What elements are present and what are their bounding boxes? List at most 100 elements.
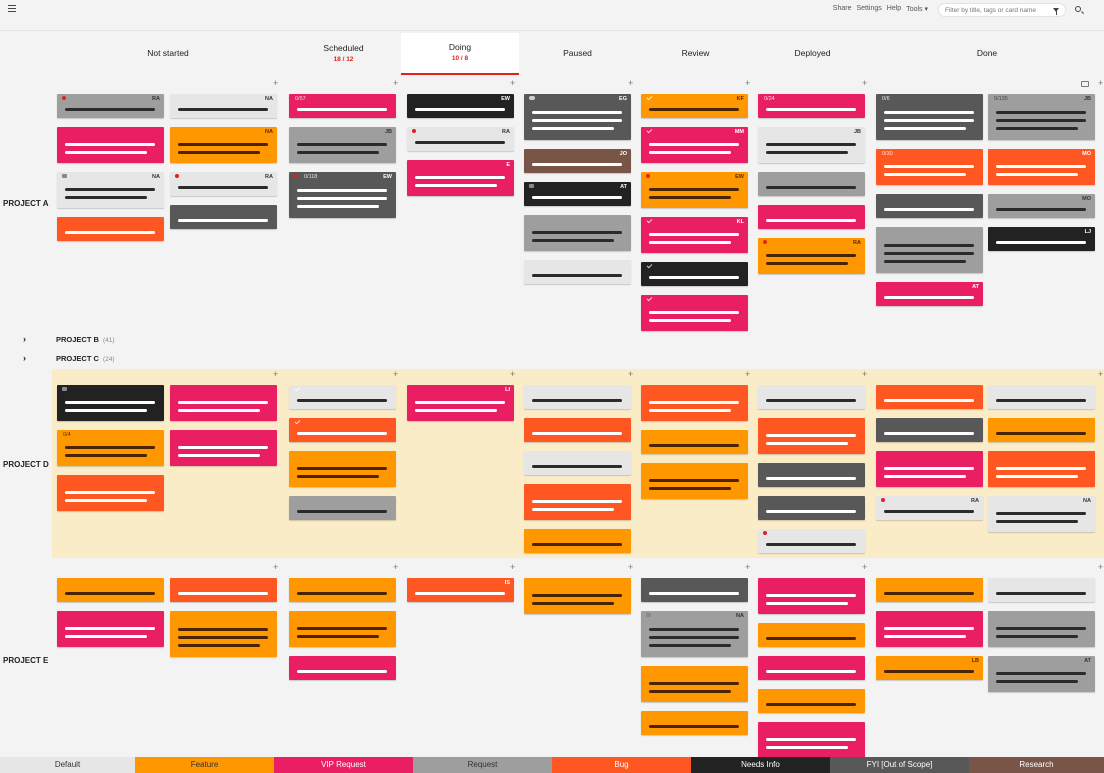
card-fyi[interactable] — [641, 578, 748, 602]
card-vip[interactable] — [170, 430, 277, 466]
add-card-icon[interactable]: + — [628, 563, 633, 572]
card-feature[interactable] — [170, 611, 277, 657]
swimlane-project-c[interactable]: › PROJECT C (24) — [0, 352, 1104, 366]
card-bug[interactable] — [876, 385, 983, 409]
card-feature[interactable] — [641, 666, 748, 702]
card-bug[interactable] — [289, 418, 396, 442]
add-card-icon[interactable]: + — [273, 79, 278, 88]
card-bug[interactable]: MO — [988, 149, 1095, 185]
card-fyi[interactable]: 0/6 — [876, 94, 983, 140]
card-needs-info[interactable] — [641, 262, 748, 286]
card-feature[interactable] — [524, 578, 631, 614]
add-card-icon[interactable]: + — [393, 79, 398, 88]
help-link[interactable]: Help — [887, 5, 901, 13]
card-vip[interactable] — [876, 451, 983, 487]
chevron-right-icon[interactable]: › — [23, 353, 26, 363]
add-card-icon[interactable]: + — [862, 79, 867, 88]
card-vip[interactable]: 0/57 — [289, 94, 396, 118]
add-card-icon[interactable]: + — [745, 370, 750, 379]
card-default[interactable] — [988, 385, 1095, 409]
card-request[interactable]: JB 0/135 — [988, 94, 1095, 140]
legend-item-fyi[interactable]: FYI [Out of Scope] — [830, 757, 969, 773]
card-feature[interactable] — [524, 529, 631, 553]
card-request[interactable]: MO — [988, 194, 1095, 218]
add-card-icon[interactable]: + — [628, 370, 633, 379]
card-feature[interactable]: LB — [876, 656, 983, 680]
card-request[interactable] — [524, 215, 631, 251]
legend-item-request[interactable]: Request — [413, 757, 552, 773]
card-vip[interactable] — [758, 722, 865, 758]
card-feature[interactable] — [289, 578, 396, 602]
card-default[interactable] — [758, 529, 865, 553]
card-fyi[interactable]: EG — [524, 94, 631, 140]
add-card-icon[interactable]: + — [393, 370, 398, 379]
column-header-not-started[interactable]: Not started — [56, 38, 280, 74]
card-bug[interactable] — [57, 475, 164, 511]
card-feature[interactable]: KF — [641, 94, 748, 118]
add-card-icon[interactable]: + — [862, 563, 867, 572]
legend-item-research[interactable]: Research — [969, 757, 1104, 773]
card-request[interactable] — [289, 496, 396, 520]
card-bug[interactable]: 0/30 — [876, 149, 983, 185]
card-vip[interactable] — [57, 127, 164, 163]
card-default[interactable] — [524, 385, 631, 409]
add-card-icon[interactable]: + — [1098, 370, 1103, 379]
card-request[interactable]: AT — [988, 656, 1095, 692]
card-bug[interactable] — [524, 484, 631, 520]
card-vip[interactable] — [641, 295, 748, 331]
card-vip[interactable]: E — [407, 160, 514, 196]
card-request[interactable]: JB — [289, 127, 396, 163]
folder-icon[interactable] — [1081, 81, 1089, 87]
filter-search-box[interactable] — [938, 3, 1066, 17]
card-vip[interactable] — [289, 656, 396, 680]
card-feature[interactable] — [289, 451, 396, 487]
swimlane-project-b[interactable]: › PROJECT B (41) — [0, 333, 1104, 347]
add-card-icon[interactable]: + — [745, 563, 750, 572]
card-vip[interactable] — [758, 205, 865, 229]
card-default[interactable]: JB — [758, 127, 865, 163]
card-feature[interactable]: NA — [170, 127, 277, 163]
card-vip[interactable] — [170, 385, 277, 421]
card-feature[interactable]: RA — [758, 238, 865, 274]
legend-item-default[interactable]: Default — [0, 757, 135, 773]
card-default[interactable]: RA — [170, 172, 277, 196]
column-header-review[interactable]: Review — [638, 38, 753, 74]
add-card-icon[interactable]: + — [628, 79, 633, 88]
menu-icon[interactable] — [8, 5, 16, 12]
card-default[interactable]: NA — [988, 496, 1095, 532]
card-feature[interactable]: 0/4 — [57, 430, 164, 466]
card-bug[interactable] — [758, 418, 865, 454]
card-feature[interactable] — [876, 578, 983, 602]
card-request[interactable] — [988, 611, 1095, 647]
card-bug[interactable] — [524, 418, 631, 442]
card-needs-info[interactable] — [57, 385, 164, 421]
filter-input[interactable] — [945, 7, 1055, 14]
card-feature[interactable]: EW — [641, 172, 748, 208]
add-card-icon[interactable]: + — [510, 79, 515, 88]
add-card-icon[interactable]: + — [745, 79, 750, 88]
legend-item-bug[interactable]: Bug — [552, 757, 691, 773]
card-default[interactable]: RA — [407, 127, 514, 151]
settings-link[interactable]: Settings — [856, 5, 881, 13]
legend-item-feature[interactable]: Feature — [135, 757, 274, 773]
card-bug[interactable]: IS — [407, 578, 514, 602]
card-default[interactable] — [524, 260, 631, 284]
column-header-paused[interactable]: Paused — [520, 38, 635, 74]
card-feature[interactable] — [289, 611, 396, 647]
chevron-right-icon[interactable]: › — [23, 334, 26, 344]
card-needs-info[interactable]: LJ — [988, 227, 1095, 251]
card-vip[interactable]: KL — [641, 217, 748, 253]
add-card-icon[interactable]: + — [273, 563, 278, 572]
card-request[interactable] — [758, 172, 865, 196]
tools-menu[interactable]: Tools ▾ — [906, 5, 928, 13]
card-vip[interactable]: 0/24 — [758, 94, 865, 118]
search-icon[interactable] — [1075, 6, 1081, 12]
column-header-deployed[interactable]: Deployed — [755, 38, 870, 74]
add-card-icon[interactable]: + — [1098, 563, 1103, 572]
card-feature[interactable] — [641, 463, 748, 499]
add-card-icon[interactable]: + — [1098, 79, 1103, 88]
column-header-scheduled[interactable]: Scheduled 18 / 12 — [286, 38, 401, 74]
card-vip[interactable]: LI — [407, 385, 514, 421]
card-research[interactable]: JO — [524, 149, 631, 173]
card-vip[interactable] — [758, 578, 865, 614]
